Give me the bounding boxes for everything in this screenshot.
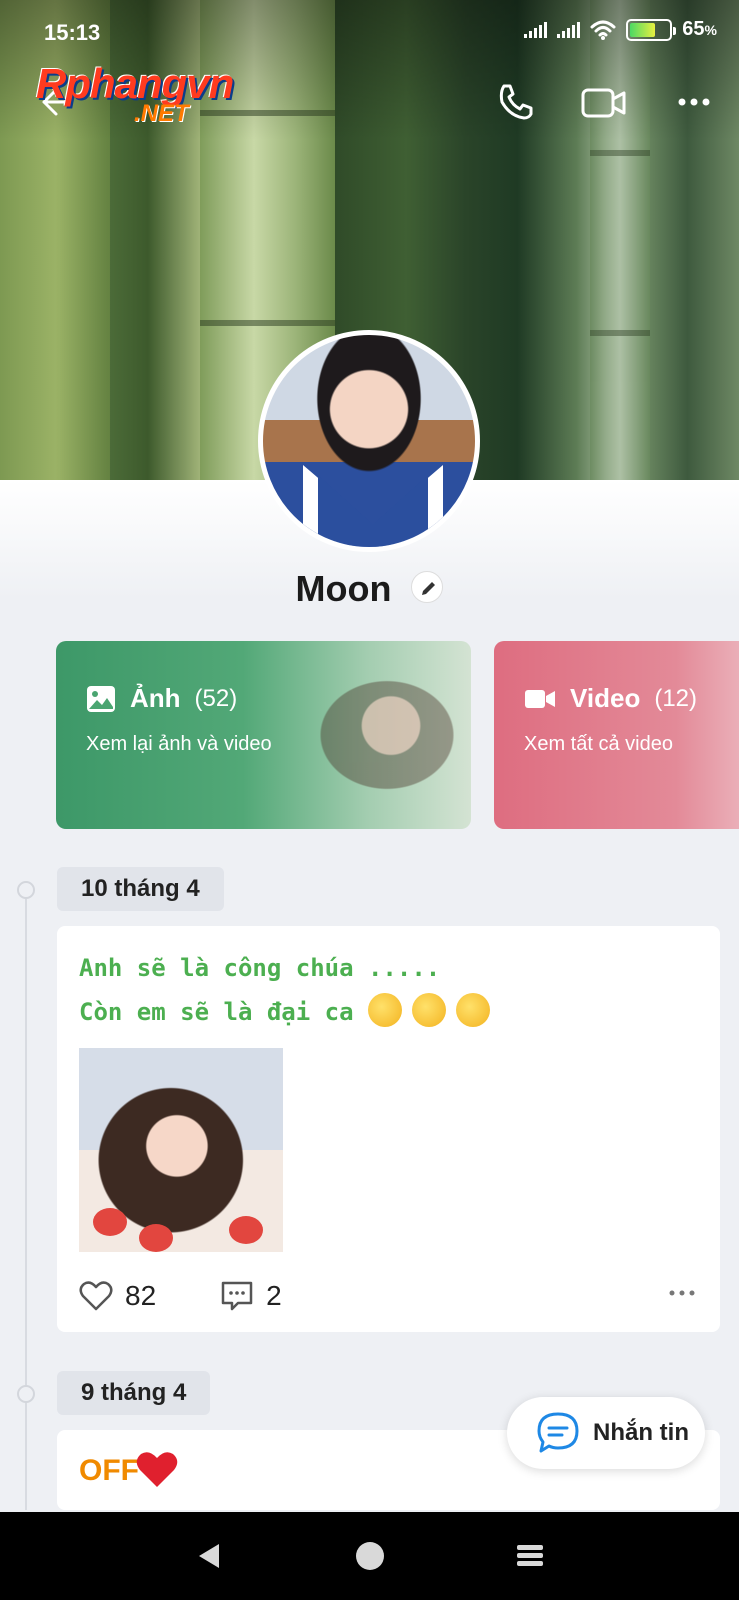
post-text-line-2: Còn em sẽ là đại ca	[79, 990, 500, 1034]
video-icon	[525, 689, 555, 708]
yawning-face-icon	[368, 993, 402, 1027]
photos-card-title: Ảnh	[130, 683, 181, 713]
comment-count: 2	[266, 1280, 282, 1311]
battery-icon	[626, 18, 677, 41]
edit-name-button[interactable]	[411, 571, 444, 604]
heart-icon	[79, 1281, 113, 1311]
post-more-icon[interactable]	[662, 1278, 702, 1308]
signal-icon	[557, 21, 581, 38]
signal-icon	[524, 21, 548, 38]
photos-card-thumbnail	[271, 641, 471, 829]
yawning-face-icon	[412, 993, 446, 1027]
message-button[interactable]: Nhắn tin	[507, 1397, 705, 1469]
status-time: 15:13	[44, 20, 101, 45]
comment-icon	[221, 1281, 253, 1311]
wifi-icon	[590, 20, 616, 40]
system-nav-bar	[0, 1512, 739, 1600]
red-heart-icon	[136, 1452, 178, 1487]
profile-name: Moon	[295, 568, 392, 609]
date-chip: 9 tháng 4	[57, 1371, 211, 1415]
message-button-label: Nhắn tin	[593, 1419, 689, 1446]
photos-card-count: (52)	[194, 684, 238, 712]
image-icon	[87, 685, 115, 712]
yawning-face-icon	[456, 993, 490, 1027]
timeline-dot	[17, 1385, 35, 1403]
battery-percent: 65%	[682, 18, 717, 40]
comment-button[interactable]: 2	[220, 1280, 282, 1312]
home-circle-icon	[355, 1542, 384, 1570]
nav-recents-button[interactable]	[510, 1536, 550, 1576]
photos-card-subtitle: Xem lại ảnh và video	[86, 733, 272, 755]
status-bar: 15:13 65%	[0, 0, 739, 60]
menu-icon	[516, 1545, 543, 1566]
watermark-domain: .NET	[134, 100, 189, 127]
like-count: 82	[125, 1280, 157, 1311]
timeline-line	[25, 890, 27, 1510]
media-cards: Ảnh (52) Xem lại ảnh và video Video (12) X…	[56, 641, 739, 829]
avatar[interactable]	[258, 330, 480, 552]
post-text: OFF	[79, 1454, 139, 1487]
triangle-back-icon	[198, 1544, 219, 1568]
post-actions: 82 2	[79, 1276, 699, 1316]
nav-home-button[interactable]	[350, 1536, 390, 1576]
profile-name-row: Moon	[0, 568, 739, 610]
videos-card-count: (12)	[654, 684, 698, 712]
post-photo[interactable]	[79, 1048, 283, 1252]
top-nav: Rphangvn .NET	[0, 60, 739, 140]
pencil-icon	[422, 582, 436, 596]
date-chip: 10 tháng 4	[57, 867, 224, 911]
phone-icon[interactable]	[492, 78, 540, 126]
videos-card-title: Video	[570, 683, 641, 713]
like-button[interactable]: 82	[79, 1280, 156, 1312]
nav-back-button[interactable]	[190, 1536, 230, 1576]
photos-card[interactable]: Ảnh (52) Xem lại ảnh và video	[56, 641, 471, 829]
videos-card-subtitle: Xem tất cả video	[524, 733, 673, 755]
watermark-logo: Rphangvn .NET	[36, 60, 266, 130]
chat-bubble-icon	[537, 1412, 579, 1453]
post-text-line: Anh sẽ là công chúa .....	[79, 954, 441, 982]
timeline-dot	[17, 881, 35, 899]
timeline-post[interactable]: Anh sẽ là công chúa ..... Còn em sẽ là đ…	[57, 926, 720, 1332]
more-options-icon[interactable]	[670, 78, 718, 126]
post-text: Anh sẽ là công chúa ..... Còn em sẽ là đ…	[79, 946, 500, 1034]
video-call-icon[interactable]	[580, 78, 628, 126]
videos-card[interactable]: Video (12) Xem tất cả video	[494, 641, 739, 829]
